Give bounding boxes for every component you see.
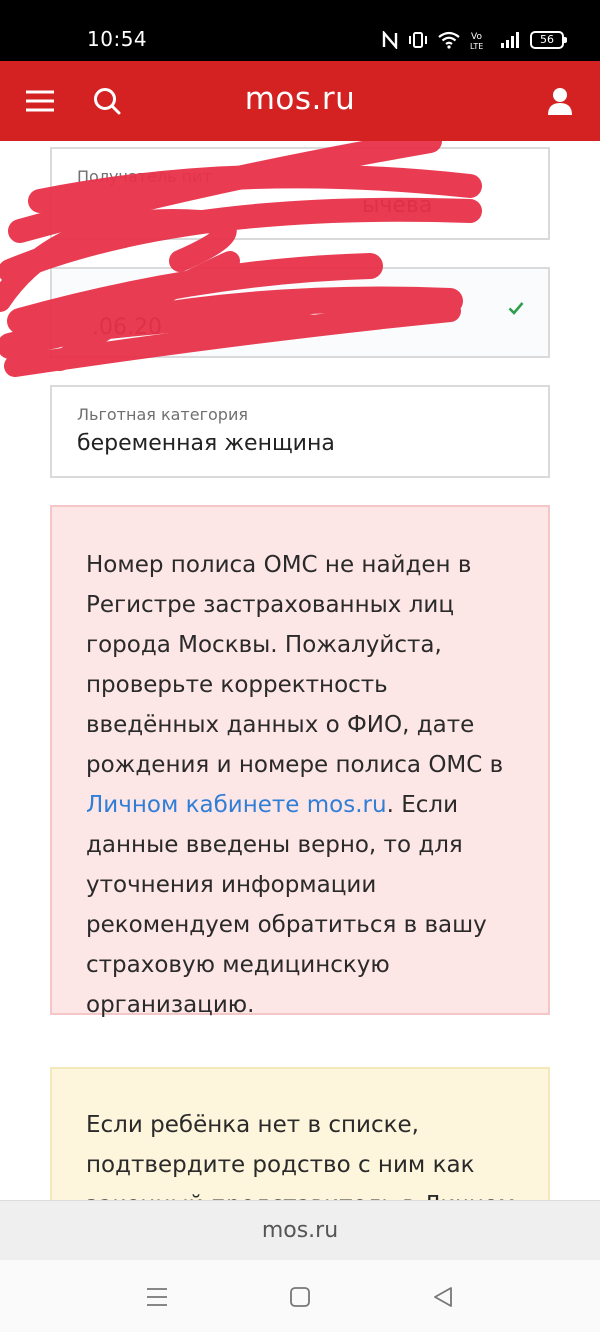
nfc-icon bbox=[382, 31, 398, 49]
user-icon[interactable] bbox=[540, 81, 580, 121]
home-icon[interactable] bbox=[285, 1282, 315, 1312]
info-notice: Если ребёнка нет в списке, подтвердите р… bbox=[50, 1067, 550, 1200]
date-field[interactable]: .06.20 bbox=[50, 267, 550, 358]
recipient-value: ычева bbox=[362, 193, 433, 218]
svg-text:LTE: LTE bbox=[470, 42, 483, 50]
notice-text: Если ребёнка нет в списке, подтвердите р… bbox=[86, 1112, 515, 1200]
status-icons: Vo LTE 56 bbox=[382, 27, 567, 53]
page-content: Получатель пит ычева .06.20 Льготная кат… bbox=[0, 141, 600, 1200]
error-message: Номер полиса ОМС не найден в Регистре за… bbox=[86, 552, 504, 1018]
status-bar: 10:54 Vo LTE 56 bbox=[0, 0, 600, 61]
battery-icon: 56 bbox=[530, 31, 567, 49]
date-value: .06.20 bbox=[92, 315, 162, 340]
vibrate-icon bbox=[409, 32, 427, 48]
personal-account-link[interactable]: Личном кабинете mos.ru bbox=[86, 792, 387, 818]
category-label: Льготная категория bbox=[77, 405, 248, 424]
system-nav-bar bbox=[0, 1260, 600, 1332]
url-text: mos.ru bbox=[261, 1218, 339, 1243]
check-icon bbox=[508, 301, 524, 320]
volte-icon: VoLTE bbox=[470, 32, 483, 50]
recipient-field[interactable]: Получатель пит ычева bbox=[50, 147, 550, 240]
app-header: mos.ru bbox=[0, 61, 600, 141]
recent-apps-icon[interactable] bbox=[142, 1282, 172, 1312]
status-time: 10:54 bbox=[87, 27, 148, 51]
category-field[interactable]: Льготная категория беременная женщина bbox=[50, 385, 550, 478]
svg-text:Vo: Vo bbox=[471, 32, 482, 42]
error-alert: Номер полиса ОМС не найден в Регистре за… bbox=[50, 505, 550, 1018]
back-icon[interactable] bbox=[428, 1282, 458, 1312]
browser-url-bar[interactable]: mos.ru bbox=[0, 1200, 600, 1260]
recipient-label: Получатель пит bbox=[77, 167, 212, 186]
category-value: беременная женщина bbox=[77, 431, 335, 456]
wifi-icon bbox=[438, 31, 460, 49]
site-title[interactable]: mos.ru bbox=[0, 81, 600, 117]
signal-icon bbox=[501, 32, 519, 48]
